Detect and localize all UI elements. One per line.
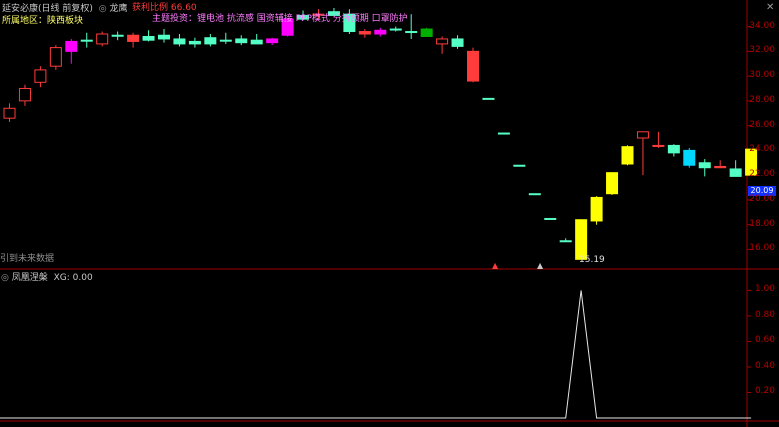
candle-body xyxy=(729,168,742,177)
close-icon[interactable]: ✕ xyxy=(766,2,774,13)
main-y-tick-label: 26.00 xyxy=(749,119,775,130)
indicator-y-tick-label: 0.60 xyxy=(754,335,775,346)
main-y-tick-label: 28.00 xyxy=(749,94,775,105)
candle-body xyxy=(714,165,727,169)
candle-body xyxy=(405,31,418,34)
indicator-y-tick-label: 0.20 xyxy=(754,386,775,397)
indicator-name[interactable]: 龙鹰 xyxy=(110,4,128,14)
candle-body xyxy=(590,196,603,222)
candle-body xyxy=(358,31,371,35)
candle-body xyxy=(467,50,479,82)
candle-body xyxy=(34,69,47,83)
candle-body xyxy=(621,146,634,165)
candle-body xyxy=(636,131,649,139)
candle-body xyxy=(451,38,464,47)
candle-body xyxy=(96,33,109,45)
candle-body xyxy=(127,34,140,42)
candle-body xyxy=(219,39,232,42)
candle-body xyxy=(3,107,16,119)
candle-body xyxy=(173,38,186,45)
candle-body xyxy=(652,144,665,147)
candle-body xyxy=(374,29,387,35)
marker-arrow: ▲ xyxy=(537,261,544,270)
candle-body xyxy=(544,217,557,220)
candle-body xyxy=(18,87,31,102)
candle-body xyxy=(667,144,680,154)
circle-icon[interactable]: ◎ xyxy=(99,4,107,14)
indicator-circle-icon[interactable]: ◎ xyxy=(1,273,9,283)
candle-body xyxy=(49,47,62,67)
candle-body xyxy=(65,40,78,52)
candle-body xyxy=(188,40,201,45)
main-y-tick-label: 16.00 xyxy=(749,243,775,254)
xg-line xyxy=(0,290,752,419)
marker-arrow: ▲ xyxy=(492,261,499,270)
candle-body xyxy=(698,162,711,169)
main-y-tick-label: 24.00 xyxy=(749,144,775,155)
indicator-y-tick-label: 0.40 xyxy=(754,360,775,371)
indicator-value: XG: 0.00 xyxy=(53,273,93,283)
main-y-tick-label: 18.00 xyxy=(749,218,775,229)
candle-body xyxy=(204,37,217,45)
candle-body xyxy=(389,28,402,31)
theme-label: 主题投资：锂电池 抗流感 国资辅接 PPP模式 分拆预期 口罩防护 xyxy=(152,14,408,24)
no-future-data-text: 引到未来数据 xyxy=(0,254,55,264)
candle-body xyxy=(266,38,279,44)
candle-body xyxy=(80,39,93,42)
main-y-tick-label: 30.00 xyxy=(749,70,775,81)
indicator-y-tick-label: 0.80 xyxy=(754,309,775,320)
candle-body xyxy=(158,34,170,40)
candle-body xyxy=(683,149,696,166)
candle-body xyxy=(142,35,155,41)
indicator-y-tick-label: 1.00 xyxy=(754,284,775,295)
candle-body xyxy=(250,39,263,45)
candle-body xyxy=(513,164,526,167)
candle-body xyxy=(482,97,495,100)
low-price-label: 15.19 xyxy=(579,255,605,265)
main-y-tick-label: 20.00 xyxy=(749,193,775,204)
candle-body xyxy=(528,193,541,196)
main-y-tick-label: 32.00 xyxy=(749,45,775,56)
candle-body xyxy=(420,28,433,37)
main-y-tick-label: 22.00 xyxy=(749,169,775,180)
indicator-title[interactable]: 凤凰涅槃 xyxy=(12,273,48,283)
candle-body xyxy=(436,38,449,45)
candle-body xyxy=(575,219,588,260)
region-label: 所属地区：陕西板块 xyxy=(2,16,84,26)
candle-body xyxy=(111,34,124,37)
candle-body xyxy=(235,38,248,44)
candle-body xyxy=(606,172,619,195)
main-chart-svg: ▲ ▲ xyxy=(0,0,779,427)
candle-body xyxy=(497,132,510,135)
candle-body xyxy=(559,240,572,243)
main-y-tick-label: 34.00 xyxy=(749,20,775,31)
indicator-header: ◎ 凤凰涅槃 XG: 0.00 xyxy=(1,270,93,283)
